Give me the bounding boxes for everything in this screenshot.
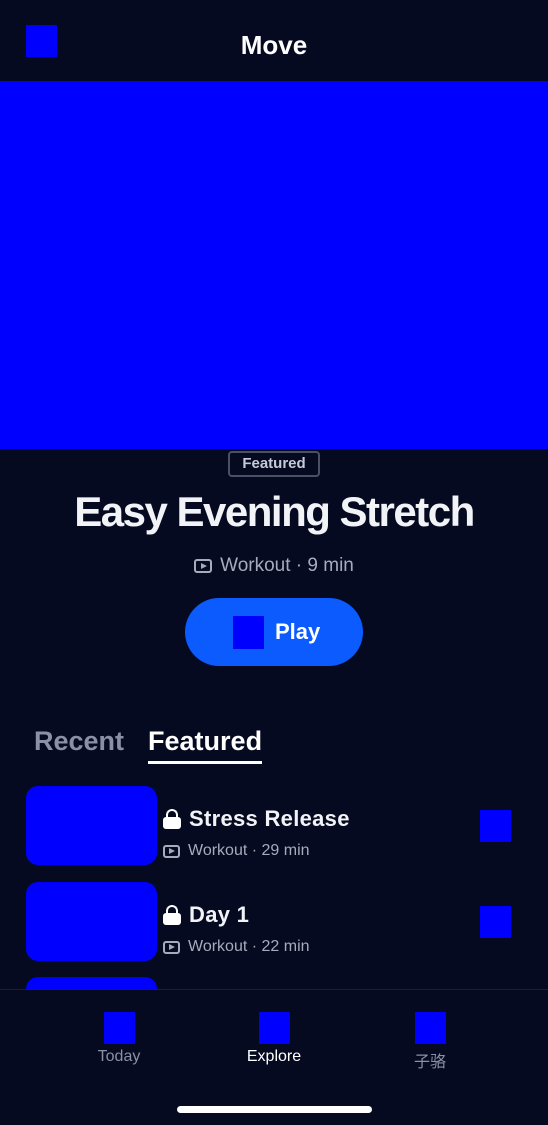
- featured-meta: Workout · 9 min: [0, 555, 548, 577]
- featured-meta-text: Workout · 9 min: [220, 555, 354, 576]
- play-button[interactable]: Play: [185, 598, 363, 666]
- list-item-meta: Workout · 29 min: [163, 842, 310, 860]
- tab-recent[interactable]: Recent: [34, 726, 124, 764]
- home-indicator[interactable]: [177, 1106, 372, 1113]
- play-icon: [233, 615, 264, 649]
- today-icon: [103, 1012, 135, 1044]
- list-item[interactable]: Stress Release Workout · 29 min: [0, 786, 548, 866]
- lock-icon: [163, 905, 181, 925]
- more-options-icon[interactable]: [480, 906, 511, 938]
- bottom-nav: Today Explore 子骆: [0, 989, 548, 1125]
- featured-title: Easy Evening Stretch: [74, 488, 475, 535]
- hero-image[interactable]: [0, 81, 548, 449]
- explore-icon: [258, 1012, 290, 1044]
- more-options-icon[interactable]: [480, 810, 511, 842]
- list-item-title: Stress Release: [189, 806, 350, 831]
- lock-icon: [163, 809, 181, 829]
- video-icon: [163, 940, 180, 954]
- featured-badge: Featured: [228, 451, 320, 477]
- nav-label: Today: [97, 1048, 141, 1065]
- tab-featured[interactable]: Featured: [148, 726, 263, 764]
- workout-thumbnail: [26, 882, 157, 961]
- list-item[interactable]: Day 1 Workout · 22 min: [0, 882, 548, 962]
- nav-label: Explore: [246, 1048, 302, 1065]
- content-tabs: Recent Featured: [34, 726, 263, 764]
- nav-item-explore[interactable]: Explore: [229, 1012, 319, 1066]
- move-screen: Move Featured Easy Evening Stretch Worko…: [0, 0, 548, 1125]
- workout-thumbnail: [26, 786, 157, 865]
- nav-item-profile[interactable]: 子骆: [385, 1012, 475, 1072]
- nav-label: 子骆: [413, 1054, 446, 1071]
- list-item-title-row: Stress Release: [163, 806, 350, 832]
- video-icon: [194, 559, 213, 573]
- header: Move: [0, 0, 548, 81]
- profile-icon: [414, 1012, 446, 1044]
- video-icon: [163, 844, 180, 858]
- list-item-meta-text: Workout · 22 min: [188, 938, 310, 955]
- page-title: Move: [240, 30, 308, 60]
- nav-item-today[interactable]: Today: [74, 1012, 164, 1066]
- play-button-label: Play: [275, 619, 321, 644]
- list-item-title-row: Day 1: [163, 902, 249, 928]
- list-item-title: Day 1: [189, 902, 250, 927]
- list-item-meta-text: Workout · 29 min: [188, 842, 310, 859]
- list-item-meta: Workout · 22 min: [163, 938, 310, 956]
